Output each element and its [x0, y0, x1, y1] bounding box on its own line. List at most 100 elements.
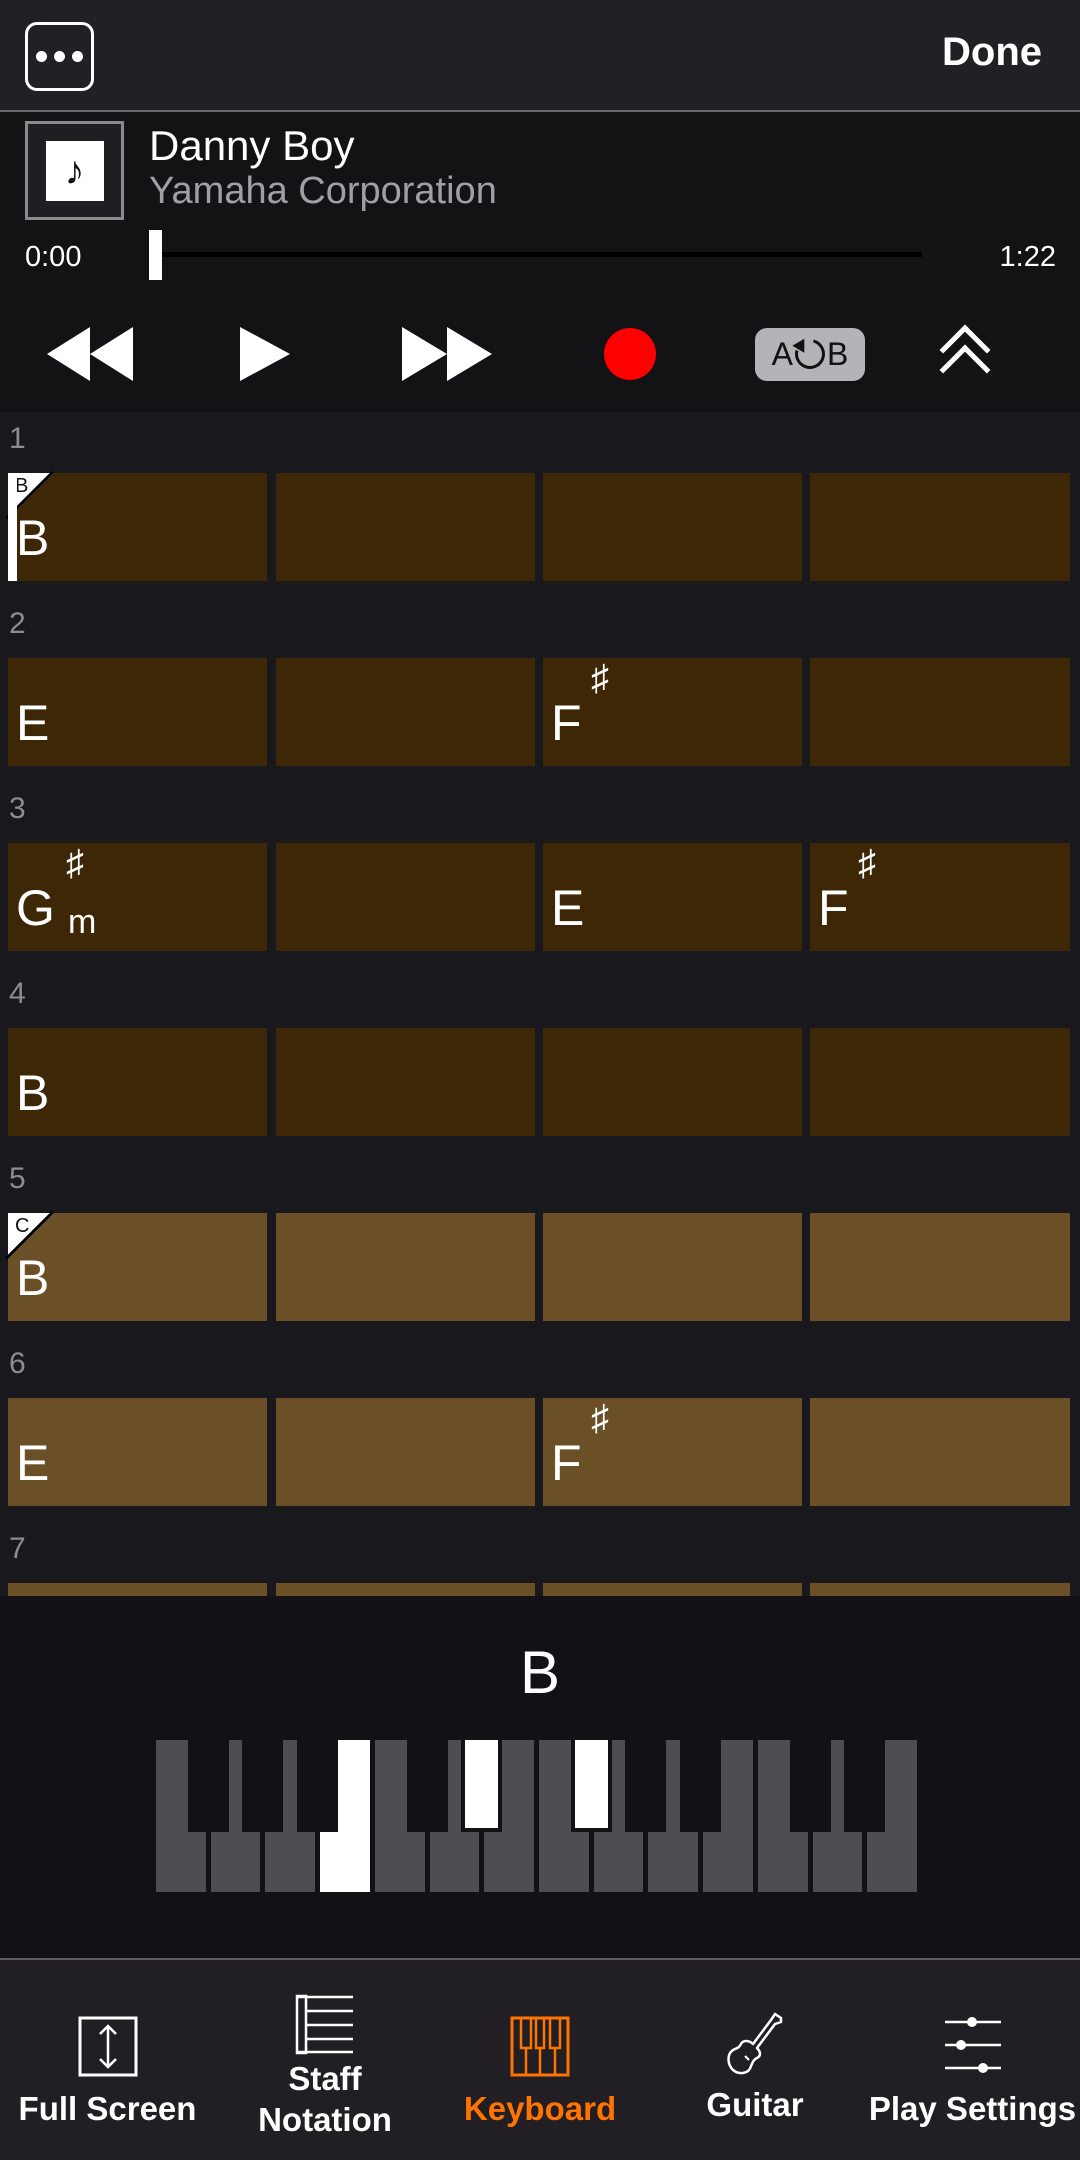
chord-quality: m: [68, 903, 97, 941]
measure-number: 6: [9, 1347, 26, 1380]
chord-sheet[interactable]: 1 B B 2 E F ♯ 3 G ♯ m E F ♯ 4 B 5 C B 6 E F ♯ 7: [0, 412, 1080, 1596]
tab-staff-notation[interactable]: Staff Notation: [215, 1960, 435, 2160]
chord-cell[interactable]: F ♯: [810, 843, 1070, 951]
tab-label: Guitar: [706, 2086, 804, 2123]
double-chevron-up-icon: [935, 314, 995, 396]
chord-cell[interactable]: BB: [5, 470, 267, 581]
time-total: 1:22: [999, 241, 1056, 273]
ab-repeat-icon: A B: [755, 327, 865, 381]
chord-root: E: [16, 1435, 50, 1491]
chord-name: F ♯: [551, 1400, 609, 1491]
chord-cell[interactable]: F ♯: [543, 1398, 802, 1506]
chord-name: B: [16, 1253, 49, 1303]
seek-bar[interactable]: [150, 252, 922, 257]
chord-cell[interactable]: CB: [5, 1210, 267, 1321]
tab-full-screen[interactable]: Full Screen: [0, 1960, 215, 2160]
guitar-icon: [727, 2012, 783, 2075]
measure-number: 4: [9, 977, 26, 1010]
chord-cell[interactable]: [810, 1398, 1070, 1506]
chord-cell[interactable]: [543, 1028, 802, 1136]
tab-label: Full Screen: [18, 2090, 197, 2127]
more-dot-icon: [36, 51, 47, 62]
keyboard-icon: [510, 2016, 570, 2077]
chord-cell[interactable]: [8, 1583, 267, 1596]
chord-cell[interactable]: [810, 1583, 1070, 1596]
section-marker-label: B: [15, 475, 29, 497]
more-dot-icon: [54, 51, 65, 62]
measure-number: 3: [9, 792, 26, 825]
chord-root: G: [16, 880, 55, 936]
chord-root: F: [551, 1435, 582, 1491]
chord-root: F: [818, 880, 849, 936]
chord-name: E: [16, 698, 49, 748]
chord-cell[interactable]: [543, 1583, 802, 1596]
chord-cell[interactable]: [810, 1028, 1070, 1136]
chord-cell[interactable]: [276, 473, 535, 581]
piano-black-key-g-sharp: [625, 1740, 667, 1832]
tab-guitar[interactable]: Guitar: [645, 1960, 865, 2160]
chord-cell[interactable]: F ♯: [543, 658, 802, 766]
more-dot-icon: [72, 51, 83, 62]
collapse-player-button[interactable]: [935, 314, 995, 396]
chord-cell[interactable]: [276, 1213, 535, 1321]
chord-cell[interactable]: [276, 1028, 535, 1136]
chord-name: F ♯: [818, 845, 876, 936]
measure-number: 7: [9, 1532, 26, 1565]
piano-black-key-a-sharp: [680, 1740, 722, 1832]
section-marker-label: C: [15, 1215, 30, 1237]
ab-repeat-a-label: A: [771, 335, 793, 372]
staff-notation-icon: [295, 1994, 353, 2055]
chord-cell[interactable]: G ♯ m: [8, 843, 267, 951]
ab-repeat-b-label: B: [827, 335, 849, 372]
top-bar: Done: [0, 0, 1080, 112]
tab-play-settings[interactable]: Play Settings: [865, 1960, 1080, 2160]
chord-name: B: [16, 1068, 49, 1118]
chord-cell[interactable]: E: [8, 1398, 267, 1506]
tab-label: Keyboard: [463, 2090, 617, 2127]
sharp-icon: ♯: [858, 842, 876, 883]
chord-cell[interactable]: [276, 658, 535, 766]
ab-repeat-button[interactable]: A B: [755, 314, 865, 394]
piano-black-key-g-sharp: [242, 1740, 284, 1832]
rewind-button[interactable]: [45, 314, 135, 394]
chord-cell[interactable]: [276, 843, 535, 951]
piano-black-key-d-sharp: [844, 1740, 886, 1832]
sharp-icon: ♯: [66, 842, 84, 883]
piano-black-key-c-sharp: [406, 1740, 448, 1832]
tab-label: Staff Notation: [258, 2060, 392, 2139]
chord-cell[interactable]: B: [8, 1028, 267, 1136]
fast-forward-button[interactable]: [402, 314, 492, 394]
chord-cell[interactable]: [276, 1398, 535, 1506]
chord-cell[interactable]: E: [543, 843, 802, 951]
chord-name: E: [551, 883, 584, 933]
chord-root: B: [16, 510, 50, 566]
more-options-button[interactable]: [25, 22, 94, 91]
chord-cell[interactable]: [543, 1213, 802, 1321]
play-button[interactable]: [235, 314, 295, 394]
piano-black-key-c-sharp: [789, 1740, 831, 1832]
chord-cell[interactable]: [810, 1213, 1070, 1321]
chord-root: F: [551, 695, 582, 751]
chord-cell[interactable]: [276, 1583, 535, 1596]
chord-name: F ♯: [551, 660, 609, 751]
piano-keyboard: [156, 1740, 922, 1892]
chord-cell[interactable]: [543, 473, 802, 581]
song-artist: Yamaha Corporation: [149, 170, 497, 212]
done-button[interactable]: Done: [942, 30, 1042, 75]
seek-bar-thumb[interactable]: [149, 230, 162, 280]
time-current: 0:00: [25, 241, 82, 273]
tab-label: Play Settings: [868, 2090, 1077, 2127]
chord-cell[interactable]: [810, 658, 1070, 766]
chord-name: G ♯ m: [16, 845, 96, 940]
chord-name: B: [16, 513, 49, 563]
bottom-tab-bar: Full Screen Staff Notation Keyboard Guit…: [0, 1958, 1080, 2160]
sharp-icon: ♯: [591, 1397, 609, 1438]
fast-forward-icon: [402, 327, 447, 381]
piano-black-key-a-sharp: [297, 1740, 339, 1832]
record-icon: [604, 328, 656, 380]
chord-cell[interactable]: [810, 473, 1070, 581]
piano-black-key-d-sharp: [461, 1740, 503, 1832]
record-button[interactable]: [604, 314, 656, 394]
chord-cell[interactable]: E: [8, 658, 267, 766]
tab-keyboard[interactable]: Keyboard: [435, 1960, 645, 2160]
